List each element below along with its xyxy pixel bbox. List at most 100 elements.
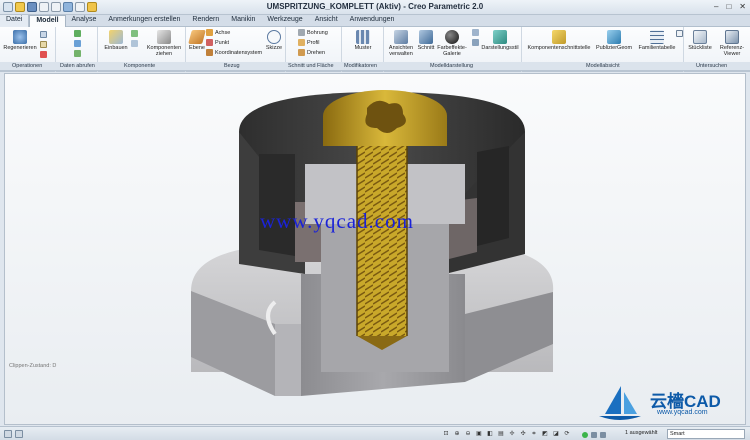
delete-button[interactable] (40, 51, 47, 58)
repaint-icon[interactable]: ▣ (475, 430, 483, 438)
navigator-toggle-icon[interactable] (4, 430, 12, 438)
tab-analyse[interactable]: Analyse (66, 15, 103, 27)
publish-geometry-icon (607, 30, 621, 44)
koordinatensystem-button[interactable]: Koordinatensystem (206, 49, 262, 56)
publiziergeom-button[interactable]: PublizierGeom (594, 30, 634, 51)
footer-operationen[interactable]: Operationen (12, 63, 42, 69)
base-inner-face (275, 324, 301, 396)
reference-viewer-icon (725, 30, 739, 44)
tab-rendern[interactable]: Rendern (186, 15, 225, 27)
skizze-button[interactable]: Skizze (264, 30, 284, 51)
minimize-button[interactable]: – (714, 2, 718, 11)
appearance-ball-icon (445, 30, 459, 44)
footer-modelldarstellung[interactable]: Modelldarstellung (430, 63, 473, 69)
saved-views-icon[interactable]: ▤ (497, 430, 505, 438)
tab-modell[interactable]: Modell (29, 15, 66, 27)
window-controls: – □ ✕ (714, 2, 746, 11)
assemble-icon (109, 30, 123, 44)
model-cutaway (191, 90, 554, 396)
schnitt-button[interactable]: Schnitt (417, 30, 435, 51)
regenerate-button[interactable]: Regenerieren (3, 30, 37, 51)
get-data-button-3[interactable] (74, 50, 81, 57)
screw-shank (357, 146, 407, 336)
footer-untersuchen[interactable]: Untersuchen (696, 63, 727, 69)
tab-ansicht[interactable]: Ansicht (309, 15, 344, 27)
display-style-status-icon[interactable]: ◧ (486, 430, 494, 438)
selection-filter-select[interactable]: Smart (667, 429, 745, 439)
footer-modellabsicht[interactable]: Modellabsicht (586, 63, 620, 69)
graphics-viewport[interactable]: www.yqcad.com Clippen-Zustand: D 云檣CAD w… (4, 73, 746, 425)
watermark-text: www.yqcad.com (260, 209, 414, 233)
ansichten-verwalten-button[interactable]: Ansichten verwalten (386, 30, 416, 57)
drehen-button[interactable]: Drehen (298, 49, 325, 56)
relations-icon (676, 30, 683, 37)
footer-daten-abrufen[interactable]: Daten abrufen (60, 63, 95, 69)
csys-icon (206, 49, 213, 56)
browser-toggle-icon[interactable] (15, 430, 23, 438)
stueckliste-button[interactable]: Stückliste (686, 30, 714, 51)
tab-anmerkungen[interactable]: Anmerkungen erstellen (102, 15, 186, 27)
refit-icon[interactable]: ⊡ (442, 430, 450, 438)
status-icon (591, 432, 597, 438)
status-bar: ⊡ ⊕ ⊖ ▣ ◧ ▤ ✢ ✣ ⌗ ◩ ◪ ⟳ 1 ausgewählt Sma… (0, 426, 750, 440)
close-button[interactable]: ✕ (739, 2, 746, 11)
get-data-button-2[interactable] (74, 40, 81, 47)
pattern-icon (356, 30, 370, 44)
annotation-display-icon[interactable]: ⌗ (530, 430, 538, 438)
muster-button[interactable]: Muster (348, 30, 378, 51)
komponente-small-2[interactable] (131, 40, 138, 47)
component-icon (131, 40, 138, 47)
profil-button[interactable]: Profil (298, 39, 320, 46)
tab-datei[interactable]: Datei (0, 15, 30, 27)
paste-button[interactable] (40, 41, 47, 48)
punkt-button[interactable]: Punkt (206, 39, 229, 46)
tab-werkzeuge[interactable]: Werkzeuge (261, 15, 308, 27)
tab-manikin[interactable]: Manikin (225, 15, 261, 27)
ebene-button[interactable]: Ebene (188, 30, 206, 51)
achse-button[interactable]: Achse (206, 29, 230, 36)
datum-display-icon[interactable]: ✢ (508, 430, 516, 438)
plane-icon (188, 30, 206, 44)
zoom-out-icon[interactable]: ⊖ (464, 430, 472, 438)
sailboat-logo-icon (599, 386, 641, 420)
get-data-button-1[interactable] (74, 30, 81, 37)
paste-icon (40, 41, 47, 48)
copy-button[interactable] (40, 31, 47, 38)
housing-section-left (259, 154, 295, 256)
section-view-icon[interactable]: ◩ (541, 430, 549, 438)
einbauen-button[interactable]: Einbauen (102, 30, 130, 51)
tab-anwendungen[interactable]: Anwendungen (344, 15, 401, 27)
revolve-icon (298, 49, 305, 56)
maximize-button[interactable]: □ (726, 2, 731, 11)
data-icon (74, 40, 81, 47)
display-small-2[interactable] (472, 39, 479, 46)
bohrung-button[interactable]: Bohrung (298, 29, 328, 36)
zoom-in-icon[interactable]: ⊕ (453, 430, 461, 438)
relations-button[interactable] (676, 30, 683, 37)
clip-state-label: Clippen-Zustand: D (9, 363, 57, 369)
darstellungsstil-button[interactable]: Darstellungsstil (480, 30, 520, 51)
drag-components-button[interactable]: Komponenten ziehen (144, 30, 184, 57)
footer-komponente[interactable]: Komponente (124, 63, 155, 69)
selection-count: 1 ausgewählt (625, 430, 658, 436)
spin-center-icon[interactable]: ✣ (519, 430, 527, 438)
graphics-toolbar: ⊡ ⊕ ⊖ ▣ ◧ ▤ ✢ ✣ ⌗ ◩ ◪ ⟳ (442, 430, 571, 438)
familientabelle-button[interactable]: Familientabelle (636, 30, 678, 51)
footer-modifikatoren[interactable]: Modifikatoren (344, 63, 377, 69)
footer-schnitt-flaeche[interactable]: Schnitt und Fläche (288, 63, 334, 69)
ribbon-group-footers: Operationen Daten abrufen Komponente Bez… (0, 62, 750, 71)
window-title: UMSPRITZUNG_KOMPLETT (Aktiv) - Creo Para… (266, 2, 484, 11)
data-icon (74, 50, 81, 57)
footer-bezug[interactable]: Bezug (224, 63, 240, 69)
title-bar: UMSPRITZUNG_KOMPLETT (Aktiv) - Creo Para… (0, 0, 750, 15)
komponentenschnittstelle-button[interactable]: Komponentenschnittstelle (526, 30, 592, 51)
farbeffekte-galerie-button[interactable]: Farbeffekte-Galerie (436, 30, 468, 57)
komponente-small-1[interactable] (131, 30, 138, 37)
spin-icon[interactable]: ⟳ (563, 430, 571, 438)
display-icon (472, 39, 479, 46)
hole-icon (298, 29, 305, 36)
display-small-1[interactable] (472, 29, 479, 36)
referenz-viewer-button[interactable]: Referenz-Viewer (716, 30, 748, 57)
perspective-icon[interactable]: ◪ (552, 430, 560, 438)
manage-views-icon (394, 30, 408, 44)
